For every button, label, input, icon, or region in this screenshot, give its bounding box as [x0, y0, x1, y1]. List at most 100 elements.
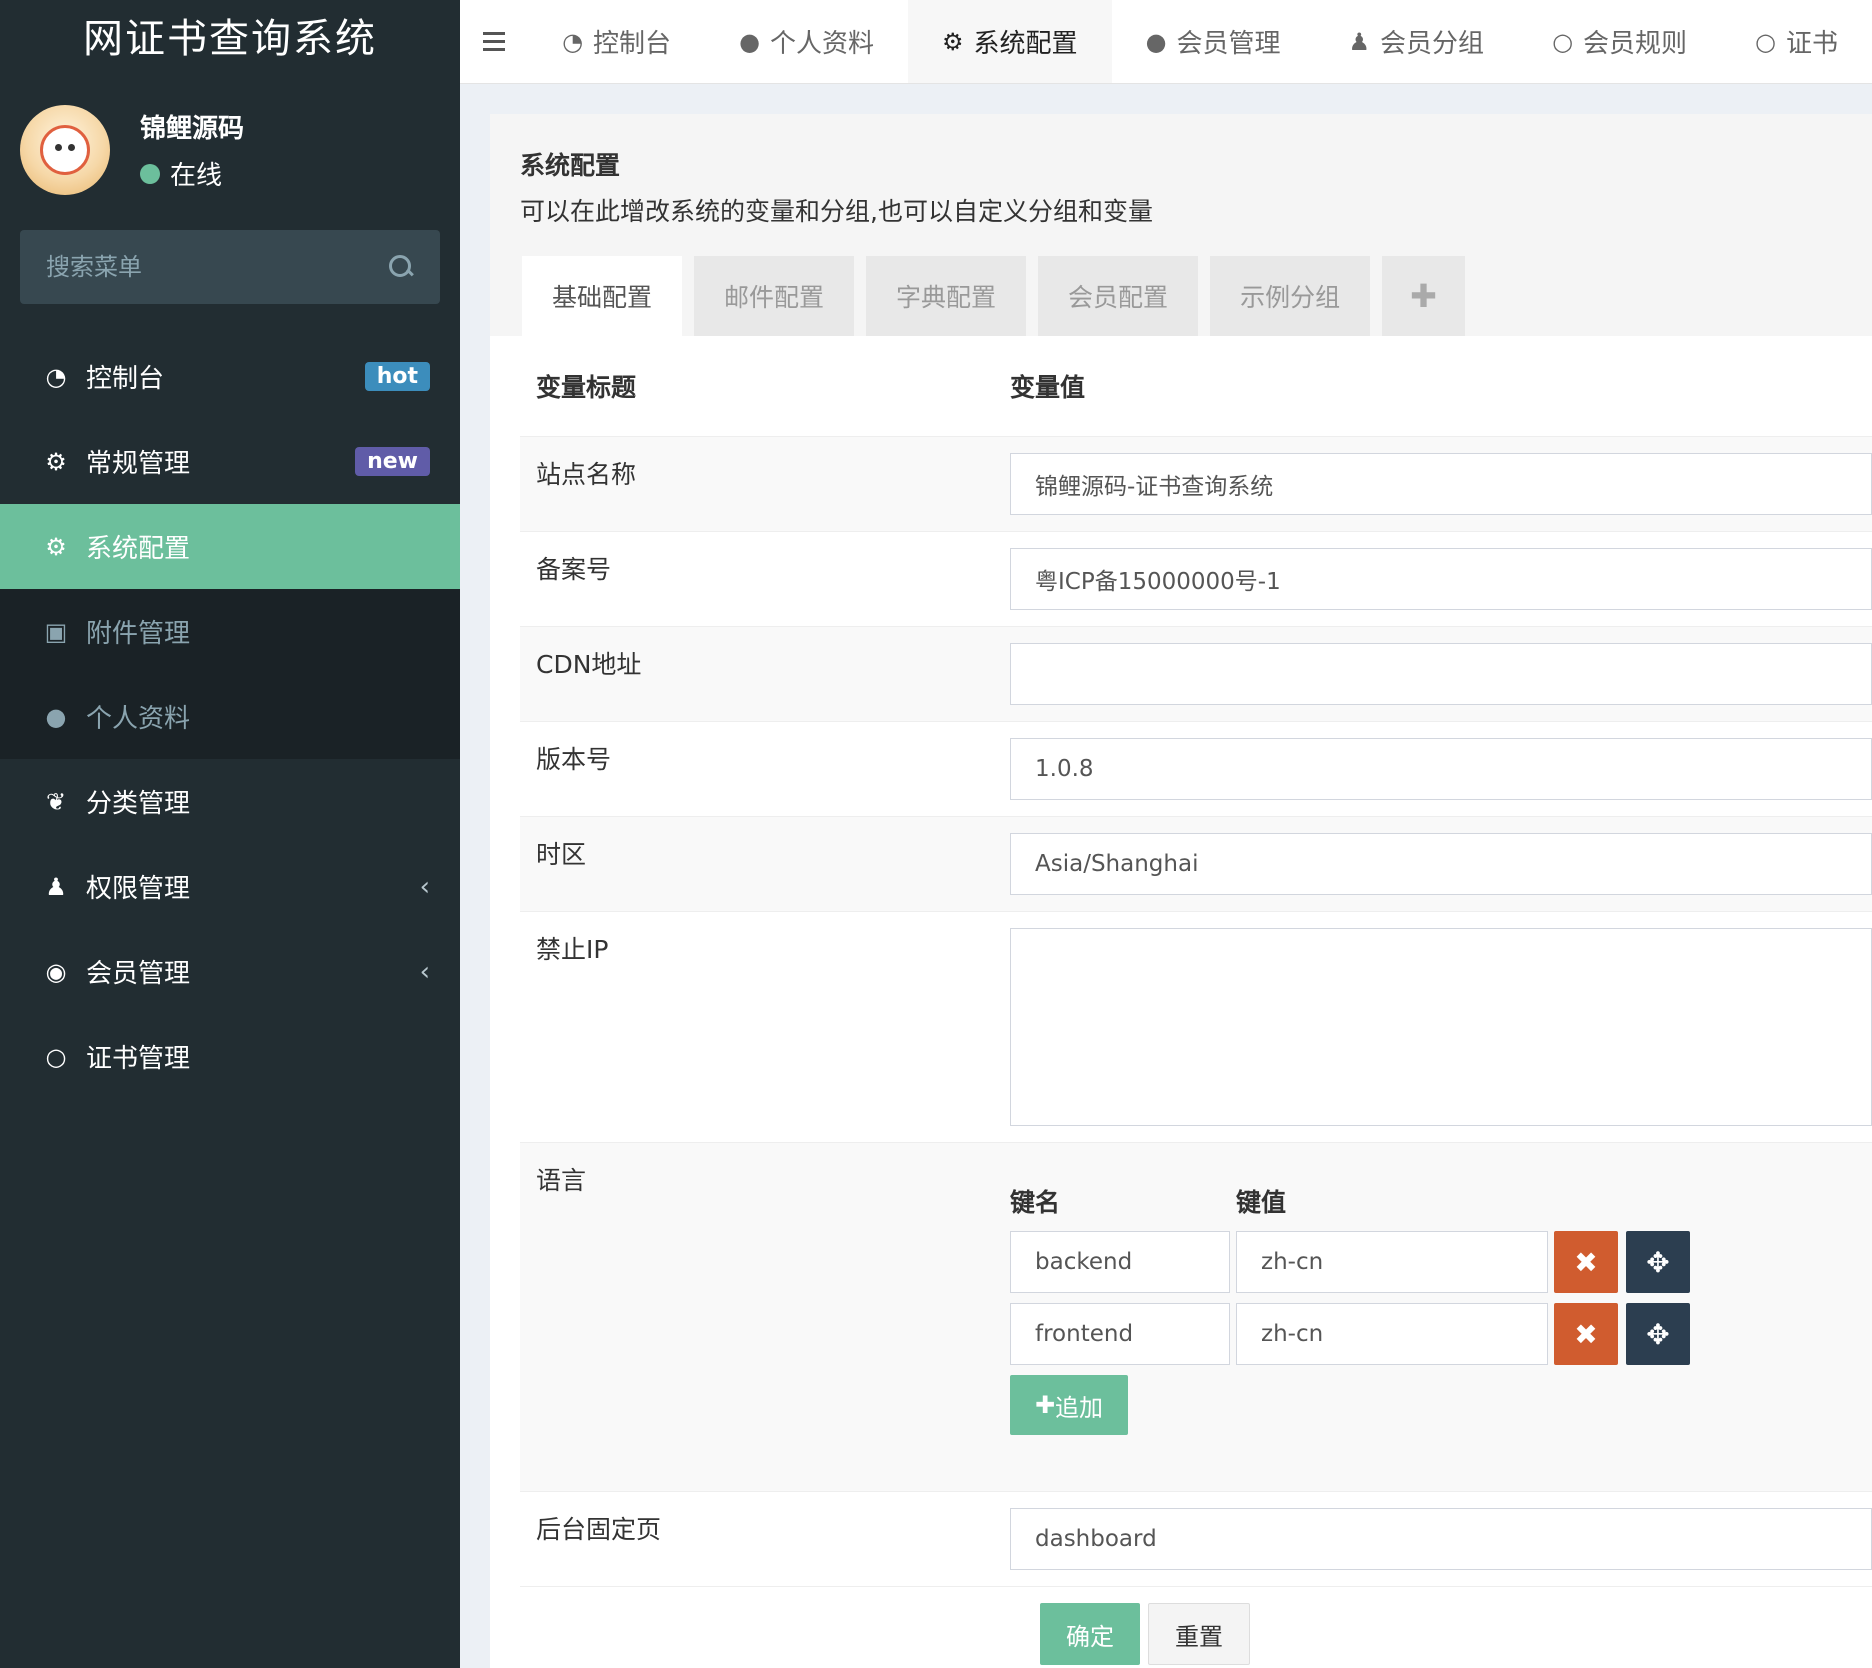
kv-row: backend zh-cn ✖ ✥ [1010, 1231, 1872, 1293]
sidebar-item-general[interactable]: ⚙ 常规管理 new [0, 419, 460, 504]
sidebar-item-label: 会员管理 [86, 959, 191, 989]
user-panel: 锦鲤源码 在线 [0, 70, 460, 230]
remove-row-button[interactable]: ✖ [1554, 1231, 1618, 1293]
tab-system-config[interactable]: ⚙ 系统配置 [908, 0, 1112, 83]
sidebar-item-category[interactable]: ❦ 分类管理 [0, 759, 460, 844]
user-icon: ● [739, 27, 761, 56]
online-dot-icon [140, 163, 160, 184]
fixed-page-input[interactable]: dashboard [1010, 1508, 1872, 1570]
site-name-input[interactable]: 锦鲤源码-证书查询系统 [1010, 453, 1872, 515]
menu-toggle-icon[interactable] [460, 0, 528, 83]
drag-handle-button[interactable]: ✥ [1626, 1303, 1690, 1365]
remove-row-button[interactable]: ✖ [1554, 1303, 1618, 1365]
tab-member-groups[interactable]: ♟ 会员分组 [1315, 0, 1519, 83]
sidebar-item-certificates[interactable]: ○ 证书管理 [0, 1014, 460, 1099]
sidebar-menu: ◔ 控制台 hot ⚙ 常规管理 new ⚙ 系统配置 ▣ 附件管理 ● 个人资… [0, 334, 460, 1099]
sidebar-item-label: 个人资料 [86, 704, 191, 734]
tab-example-group[interactable]: 示例分组 [1210, 256, 1371, 336]
kv-row: frontend zh-cn ✖ ✥ [1010, 1303, 1872, 1365]
column-header-title: 变量标题 [536, 373, 637, 402]
append-label: 追加 [1055, 1393, 1104, 1422]
tab-dictionary-config[interactable]: 字典配置 [866, 256, 1027, 336]
gear-icon: ⚙ [45, 532, 67, 561]
drag-handle-button[interactable]: ✥ [1626, 1231, 1690, 1293]
tab-certificates[interactable]: ○ 证书 [1721, 0, 1872, 83]
add-group-button[interactable]: ✚ [1382, 256, 1465, 336]
kv-value-input[interactable]: zh-cn [1236, 1231, 1548, 1293]
column-header-value: 变量值 [1010, 373, 1086, 402]
version-input[interactable]: 1.0.8 [1010, 738, 1872, 800]
form-row-language: 语言 键名 键值 backend zh-cn ✖ ✥ frontend zh-c… [520, 1142, 1872, 1491]
avatar[interactable] [20, 105, 110, 195]
sidebar-item-system-config[interactable]: ⚙ 系统配置 [0, 504, 460, 589]
sidebar-item-permissions[interactable]: ♟ 权限管理 ‹ [0, 844, 460, 929]
tab-basic-config[interactable]: 基础配置 [522, 256, 683, 336]
field-label: 语言 [536, 1166, 587, 1195]
sidebar-item-label: 附件管理 [86, 619, 191, 649]
tab-label: 会员规则 [1583, 29, 1688, 59]
sidebar-item-label: 系统配置 [86, 534, 191, 564]
tab-label: 会员分组 [1380, 29, 1485, 59]
file-image-icon: ▣ [44, 617, 68, 646]
form-row-fixed-page: 后台固定页 dashboard [520, 1491, 1872, 1586]
arrows-move-icon: ✥ [1646, 1245, 1670, 1279]
form-header: 变量标题 变量值 [520, 336, 1872, 436]
reset-button[interactable]: 重置 [1148, 1603, 1250, 1665]
sidebar-item-label: 权限管理 [86, 874, 191, 904]
field-label: 站点名称 [536, 460, 637, 489]
main-content: 系统配置 可以在此增改系统的变量和分组,也可以自定义分组和变量 基础配置 邮件配… [490, 114, 1872, 1668]
tab-members[interactable]: ● 会员管理 [1112, 0, 1315, 83]
leaf-icon: ❦ [45, 787, 67, 816]
form-row-timezone: 时区 Asia/Shanghai [520, 816, 1872, 911]
page-title: 系统配置 [520, 151, 621, 180]
search-icon[interactable] [388, 254, 414, 280]
user-icon: ● [45, 702, 67, 731]
user-name: 锦鲤源码 [140, 114, 245, 144]
kv-key-header: 键名 [1010, 1188, 1061, 1217]
user-circle-icon: ◉ [45, 957, 67, 986]
panel-header: 系统配置 可以在此增改系统的变量和分组,也可以自定义分组和变量 [490, 114, 1872, 228]
kv-header: 键名 键值 [1010, 1183, 1872, 1219]
top-navbar: ◔ 控制台 ● 个人资料 ⚙ 系统配置 ● 会员管理 ♟ 会员分组 ○ 会员规则… [460, 0, 1872, 84]
tab-member-rules[interactable]: ○ 会员规则 [1518, 0, 1721, 83]
plus-icon: ✚ [1410, 277, 1437, 315]
kv-key-input[interactable]: frontend [1010, 1303, 1230, 1365]
field-label: 禁止IP [536, 935, 609, 964]
sidebar-item-dashboard[interactable]: ◔ 控制台 hot [0, 334, 460, 419]
timezone-input[interactable]: Asia/Shanghai [1010, 833, 1872, 895]
field-label: 后台固定页 [536, 1515, 662, 1544]
tab-email-config[interactable]: 邮件配置 [694, 256, 855, 336]
circle-icon: ○ [1755, 27, 1776, 56]
hot-badge: hot [364, 362, 430, 391]
tab-dashboard[interactable]: ◔ 控制台 [528, 0, 705, 83]
search-input[interactable] [46, 253, 366, 281]
chevron-left-icon: ‹ [419, 956, 430, 987]
tab-label: 证书 [1785, 29, 1838, 59]
sidebar-search [20, 230, 440, 304]
sidebar-item-label: 分类管理 [86, 789, 191, 819]
close-icon: ✖ [1574, 1245, 1598, 1279]
beian-input[interactable]: 粤ICP备15000000号-1 [1010, 548, 1872, 610]
dashboard-icon: ◔ [45, 362, 67, 391]
sidebar-item-label: 常规管理 [86, 449, 191, 479]
field-label: 版本号 [536, 745, 612, 774]
confirm-button[interactable]: 确定 [1040, 1603, 1140, 1665]
append-row-button[interactable]: ✚ 追加 [1010, 1375, 1128, 1435]
form-row-version: 版本号 1.0.8 [520, 721, 1872, 816]
kv-key-input[interactable]: backend [1010, 1231, 1230, 1293]
cogs-icon: ⚙ [45, 447, 67, 476]
tab-member-config[interactable]: 会员配置 [1038, 256, 1199, 336]
sidebar-item-attachments[interactable]: ▣ 附件管理 [0, 589, 460, 674]
forbidden-ip-textarea[interactable] [1010, 928, 1872, 1126]
form-row-cdn: CDN地址 [520, 626, 1872, 721]
kv-value-input[interactable]: zh-cn [1236, 1303, 1548, 1365]
tab-profile[interactable]: ● 个人资料 [705, 0, 908, 83]
arrows-move-icon: ✥ [1646, 1317, 1670, 1351]
sidebar-item-label: 证书管理 [86, 1044, 191, 1074]
page-description: 可以在此增改系统的变量和分组,也可以自定义分组和变量 [520, 197, 1153, 226]
sidebar-item-members[interactable]: ◉ 会员管理 ‹ [0, 929, 460, 1014]
new-badge: new [355, 447, 430, 476]
sidebar-item-profile[interactable]: ● 个人资料 [0, 674, 460, 759]
cdn-input[interactable] [1010, 643, 1872, 705]
app-title[interactable]: 网证书查询系统 [0, 0, 460, 70]
